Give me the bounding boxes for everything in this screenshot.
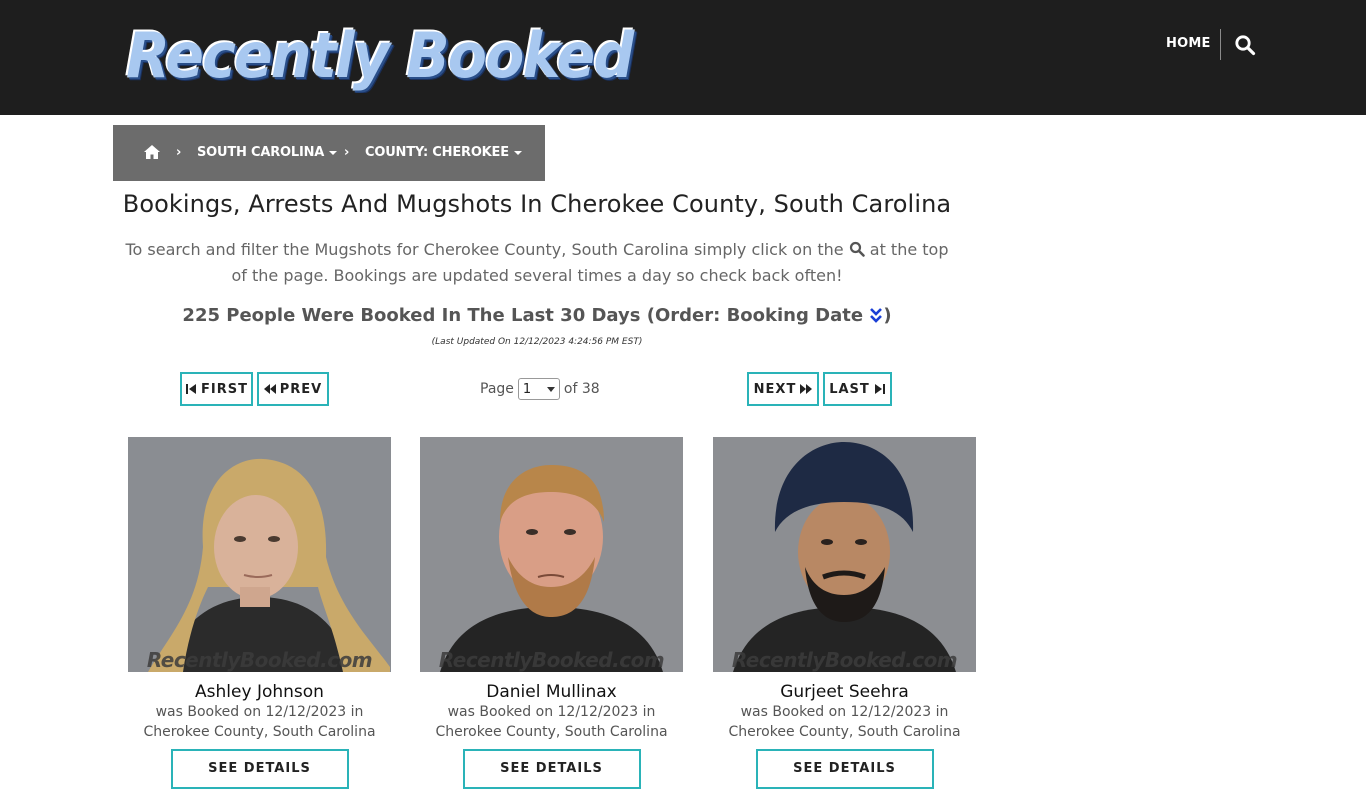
see-details-button[interactable]: SEE DETAILS [462, 749, 641, 789]
last-updated: (Last Updated On 12/12/2023 4:24:56 PM E… [431, 337, 643, 347]
mugshot-card[interactable]: RecentlyBooked.com Gurjeet Seehra was Bo… [713, 437, 976, 789]
breadcrumb: › SOUTH CAROLINA › COUNTY: CHEROKEE [113, 125, 545, 181]
watermark: RecentlyBooked.com [146, 648, 373, 672]
page-total: of 38 [563, 381, 600, 397]
watermark: RecentlyBooked.com [731, 648, 958, 672]
skip-forward-icon [874, 384, 885, 394]
chevron-down-icon [546, 386, 555, 392]
first-page-label: FIRST [201, 381, 248, 397]
mugshot-image [128, 437, 391, 672]
booked-location: Cherokee County, South Carolina [728, 724, 961, 740]
double-chevron-down-icon[interactable] [869, 306, 883, 324]
breadcrumb-county-label: COUNTY: CHEROKEE [365, 145, 509, 160]
search-icon [849, 239, 865, 257]
mugshot-photo[interactable]: RecentlyBooked.com [713, 437, 976, 672]
booked-date: was Booked on 12/12/2023 in [740, 704, 949, 720]
breadcrumb-state-label: SOUTH CAROLINA [197, 145, 325, 160]
booking-count-close: ) [883, 305, 892, 326]
skip-back-icon [186, 384, 197, 394]
booked-date: was Booked on 12/12/2023 in [447, 704, 656, 720]
mugshot-photo[interactable]: RecentlyBooked.com [420, 437, 683, 672]
nav-divider [1220, 29, 1221, 60]
mugshot-photo[interactable]: RecentlyBooked.com [128, 437, 391, 672]
person-name[interactable]: Daniel Mullinax [420, 682, 683, 702]
next-page-label: NEXT [753, 381, 797, 397]
search-icon[interactable] [1234, 34, 1256, 56]
see-details-button[interactable]: SEE DETAILS [755, 749, 934, 789]
booked-date: was Booked on 12/12/2023 in [155, 704, 364, 720]
see-details-button[interactable]: SEE DETAILS [170, 749, 349, 789]
last-page-button[interactable]: LAST [823, 372, 892, 406]
booking-count-heading: 225 People Were Booked In The Last 30 Da… [113, 305, 961, 326]
mugshot-card[interactable]: RecentlyBooked.com Daniel Mullinax was B… [420, 437, 683, 789]
prev-page-label: PREV [279, 381, 323, 397]
fast-forward-icon [800, 384, 813, 394]
nav-home-link[interactable]: HOME [1166, 36, 1211, 51]
home-icon[interactable] [143, 144, 161, 160]
mugshot-image [713, 437, 976, 672]
watermark: RecentlyBooked.com [438, 648, 665, 672]
person-name[interactable]: Gurjeet Seehra [713, 682, 976, 702]
page-label: Page [480, 381, 514, 397]
mugshot-card[interactable]: RecentlyBooked.com Ashley Johnson was Bo… [128, 437, 391, 789]
chevron-right-icon: › [176, 145, 182, 160]
page-indicator: Page 1 of 38 [480, 378, 600, 400]
breadcrumb-item-county[interactable]: COUNTY: CHEROKEE [365, 145, 522, 160]
logo-text: Recently Booked [126, 19, 634, 92]
page-select[interactable]: 1 [517, 378, 560, 400]
first-page-button[interactable]: FIRST [180, 372, 253, 406]
last-page-label: LAST [829, 381, 870, 397]
page-select-value: 1 [522, 381, 532, 397]
prev-page-button[interactable]: PREV [257, 372, 329, 406]
booked-location: Cherokee County, South Carolina [435, 724, 668, 740]
intro-text-part1: To search and filter the Mugshots for Ch… [125, 240, 844, 259]
booking-count-text: 225 People Were Booked In The Last 30 Da… [182, 305, 864, 326]
breadcrumb-item-state[interactable]: SOUTH CAROLINA [197, 145, 338, 160]
caret-down-icon [329, 150, 338, 155]
booked-location: Cherokee County, South Carolina [143, 724, 376, 740]
person-name[interactable]: Ashley Johnson [128, 682, 391, 702]
chevron-right-icon: › [344, 145, 350, 160]
page-title: Bookings, Arrests And Mugshots In Cherok… [122, 190, 952, 218]
intro-text: To search and filter the Mugshots for Ch… [120, 237, 954, 289]
next-page-button[interactable]: NEXT [747, 372, 819, 406]
top-navbar: Recently Booked HOME [0, 0, 1366, 115]
mugshot-image [420, 437, 683, 672]
caret-down-icon [513, 150, 522, 155]
site-logo[interactable]: Recently Booked [126, 16, 634, 96]
rewind-icon [263, 384, 276, 394]
